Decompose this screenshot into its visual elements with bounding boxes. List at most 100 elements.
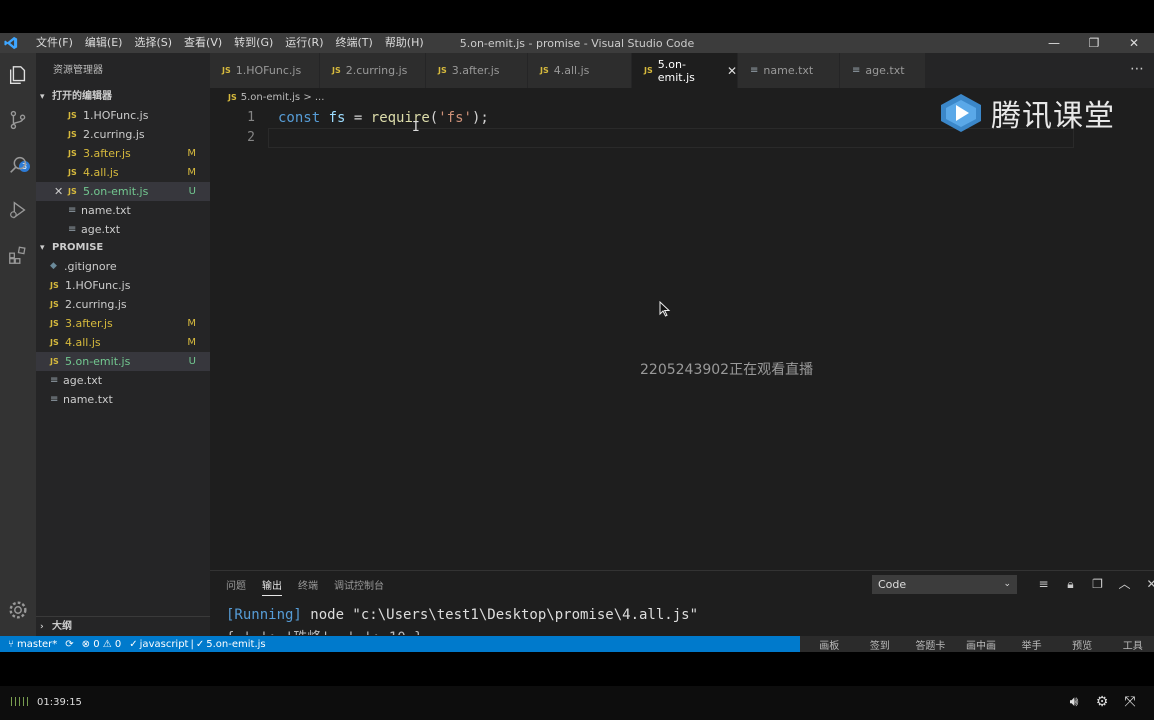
maximize-panel-icon[interactable]: ︿ <box>1111 574 1138 594</box>
close-panel-icon[interactable]: ✕ <box>1138 574 1154 594</box>
code-editor[interactable]: 1 2 const fs = require('fs'); I <box>210 108 1154 568</box>
settings-gear-icon[interactable]: ⚙ <box>1088 694 1116 710</box>
search-icon[interactable] <box>6 153 30 177</box>
activity-bar: 3 <box>0 53 36 643</box>
tab-3-after-js[interactable]: JS 3.after.js <box>426 53 528 88</box>
js-file-icon: JS <box>68 187 77 196</box>
text-file-icon: ≡ <box>68 205 77 216</box>
file-item[interactable]: JS 1.HOFunc.js <box>36 106 210 125</box>
status-file[interactable]: 5.on-emit.js <box>206 639 265 650</box>
extensions-icon[interactable] <box>6 243 30 267</box>
file-item[interactable]: ≡ name.txt <box>36 201 210 220</box>
tab-4-all-js[interactable]: JS 4.all.js <box>528 53 632 88</box>
file-name: age.txt <box>81 223 121 236</box>
line-number: 2 <box>247 130 255 145</box>
clear-output-icon[interactable]: ≡ <box>1030 574 1057 594</box>
file-item[interactable]: JS 3.after.js M <box>36 314 210 333</box>
git-status-badge: U <box>188 356 196 367</box>
panel-tab-problems[interactable]: 问题 <box>226 577 246 596</box>
toolbar-answer-card[interactable]: 答题卡 <box>909 637 952 652</box>
file-item[interactable]: JS 2.curring.js <box>36 125 210 144</box>
file-item[interactable]: ✕ JS 5.on-emit.js U <box>36 182 210 201</box>
tab-label: 1.HOFunc.js <box>235 64 302 77</box>
js-file-icon: JS <box>222 66 231 75</box>
toolbar-raise-hand[interactable]: 举手 <box>1010 637 1053 652</box>
close-window-button[interactable]: ✕ <box>1114 33 1154 53</box>
explorer-icon[interactable] <box>6 63 30 87</box>
menu-selection[interactable]: 选择(S) <box>128 33 178 53</box>
fullscreen-icon[interactable]: ⤧ <box>1116 694 1144 710</box>
toolbar-checkin[interactable]: 签到 <box>859 637 902 652</box>
file-item[interactable]: ≡ name.txt <box>36 390 210 409</box>
menu-edit[interactable]: 编辑(E) <box>79 33 129 53</box>
code-lines[interactable]: const fs = require('fs'); <box>278 108 489 148</box>
file-item[interactable]: ≡ age.txt <box>36 220 210 239</box>
git-status-badge: M <box>187 167 196 178</box>
breadcrumb-rest[interactable]: > ... <box>303 92 324 103</box>
logo-text: 腾讯课堂 <box>991 99 1115 134</box>
problems-count[interactable]: ⊗ 0 ⚠ 0 <box>82 639 122 650</box>
panel-tab-debug-console[interactable]: 调试控制台 <box>334 577 384 596</box>
toolbar-pip[interactable]: 画中画 <box>960 637 1003 652</box>
source-control-icon[interactable] <box>6 108 30 132</box>
file-item[interactable]: JS 2.curring.js <box>36 295 210 314</box>
play-logo-icon <box>941 94 981 132</box>
volume-icon[interactable]: 🔊︎ <box>1060 694 1088 710</box>
panel-actions: ≡ 🔒︎ ❐ ︿ ✕ <box>1030 574 1154 594</box>
language-mode[interactable]: javascript <box>140 639 189 650</box>
output-channel-select[interactable]: Code ⌄ <box>872 575 1017 594</box>
tab-name-txt[interactable]: ≡ name.txt <box>738 53 840 88</box>
tab-5-on-emit-js[interactable]: JS 5.on-emit.js ✕ <box>632 53 738 88</box>
restore-button[interactable]: ❐ <box>1074 33 1114 53</box>
more-actions-icon[interactable]: ⋯ <box>1130 53 1144 88</box>
text-file-icon: ≡ <box>50 394 59 405</box>
open-editors-header[interactable]: ▾ 打开的编辑器 <box>36 88 210 106</box>
file-item[interactable]: JS 4.all.js M <box>36 333 210 352</box>
manage-gear-icon[interactable] <box>6 598 30 622</box>
minimize-button[interactable]: — <box>1034 33 1074 53</box>
sync-icon[interactable]: ⟳ <box>65 639 73 650</box>
menu-file[interactable]: 文件(F) <box>30 33 79 53</box>
toolbar-tools[interactable]: 工具 <box>1111 637 1154 652</box>
title-bar: 文件(F) 编辑(E) 选择(S) 查看(V) 转到(G) 运行(R) 终端(T… <box>0 33 1154 53</box>
open-log-icon[interactable]: ❐ <box>1084 574 1111 594</box>
token-function: require <box>370 110 430 126</box>
code-line-2[interactable] <box>278 128 489 148</box>
menu-view[interactable]: 查看(V) <box>178 33 228 53</box>
code-line-1[interactable]: const fs = require('fs'); <box>278 108 489 128</box>
tab-label: 4.all.js <box>553 64 590 77</box>
git-branch[interactable]: master* <box>17 639 57 650</box>
menu-help[interactable]: 帮助(H) <box>379 33 430 53</box>
menu-go[interactable]: 转到(G) <box>228 33 279 53</box>
file-item[interactable]: JS 1.HOFunc.js <box>36 276 210 295</box>
js-file-icon: JS <box>68 111 77 120</box>
tab-age-txt[interactable]: ≡ age.txt <box>840 53 926 88</box>
run-debug-icon[interactable] <box>6 198 30 222</box>
menu-run[interactable]: 运行(R) <box>279 33 329 53</box>
file-name: .gitignore <box>64 260 117 273</box>
menu-terminal[interactable]: 终端(T) <box>330 33 379 53</box>
panel-tab-terminal[interactable]: 终端 <box>298 577 318 596</box>
breadcrumb-file[interactable]: 5.on-emit.js <box>241 92 300 103</box>
lock-scroll-icon[interactable]: 🔒︎ <box>1057 574 1084 594</box>
file-item[interactable]: JS 5.on-emit.js U <box>36 352 210 371</box>
file-item[interactable]: JS 3.after.js M <box>36 144 210 163</box>
tab-1-hofunc-js[interactable]: JS 1.HOFunc.js <box>210 53 320 88</box>
project-header[interactable]: ▾ PROMISE <box>36 239 210 257</box>
token-paren-semicolon: ); <box>471 110 489 126</box>
panel-tab-output[interactable]: 输出 <box>262 577 282 596</box>
outline-header[interactable]: › 大纲 <box>36 616 210 636</box>
line-number-gutter: 1 2 <box>210 108 265 148</box>
close-tab-icon[interactable]: ✕ <box>727 64 737 78</box>
file-item[interactable]: ≡ age.txt <box>36 371 210 390</box>
chevron-down-icon: ⌄ <box>1003 579 1011 589</box>
close-editor-icon[interactable]: ✕ <box>54 182 63 201</box>
toolbar-drawboard[interactable]: 画板 <box>808 637 851 652</box>
video-time: 01:39:15 <box>37 697 82 708</box>
file-item[interactable]: ◆ .gitignore <box>36 257 210 276</box>
tab-label: name.txt <box>763 64 814 77</box>
file-item[interactable]: JS 4.all.js M <box>36 163 210 182</box>
bottom-panel: 问题 输出 终端 调试控制台 Code ⌄ ≡ 🔒︎ ❐ ︿ ✕ [Runnin… <box>210 570 1154 643</box>
tab-2-curring-js[interactable]: JS 2.curring.js <box>320 53 426 88</box>
toolbar-preview[interactable]: 预览 <box>1061 637 1104 652</box>
